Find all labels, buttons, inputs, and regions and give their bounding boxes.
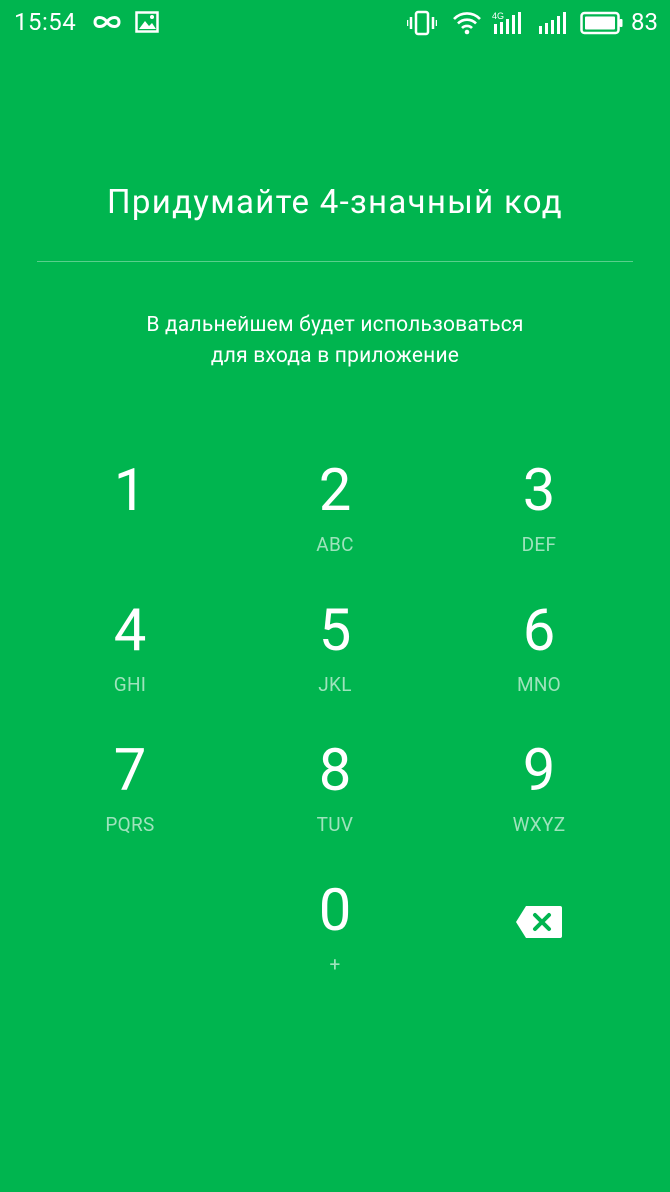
key-digit: 8 <box>318 737 352 805</box>
image-icon <box>135 11 159 33</box>
key-letters: + <box>329 953 341 976</box>
key-digit: 7 <box>113 737 147 805</box>
key-digit: 0 <box>318 877 352 945</box>
key-6[interactable]: 6 MNO <box>459 602 619 722</box>
cellular-icon <box>539 12 566 34</box>
backspace-icon <box>516 906 562 938</box>
key-letters: JKL <box>318 673 352 696</box>
key-7[interactable]: 7 PQRS <box>50 742 210 862</box>
vibrate-icon <box>407 10 437 36</box>
subtitle-line-1: В дальнейшем будет использоваться <box>146 313 524 337</box>
key-letters: ABC <box>316 533 354 556</box>
key-letters: PQRS <box>105 813 155 836</box>
key-digit: 5 <box>318 597 352 665</box>
key-digit: 1 <box>113 457 147 525</box>
key-4[interactable]: 4 GHI <box>50 602 210 722</box>
page-title: Придумайте 4-значный код <box>107 183 563 222</box>
battery-icon <box>580 11 623 35</box>
key-letters: GHI <box>113 673 147 696</box>
wifi-icon <box>453 12 481 35</box>
status-bar: 15:54 4G 83 <box>0 0 670 46</box>
infinity-icon <box>93 16 121 28</box>
key-digit: 9 <box>522 737 556 805</box>
key-5[interactable]: 5 JKL <box>255 602 415 722</box>
key-letters: TUV <box>316 813 354 836</box>
key-letters: DEF <box>521 533 557 556</box>
key-0[interactable]: 0 + <box>255 882 415 1002</box>
cellular-4g-icon: 4G <box>492 11 521 34</box>
subtitle-line-2: для входа в приложение <box>210 344 460 368</box>
backspace-button[interactable] <box>496 890 582 956</box>
battery-percent: 83 <box>631 8 658 36</box>
key-letters: MNO <box>516 673 562 696</box>
status-time: 15:54 <box>14 8 77 36</box>
key-digit: 4 <box>113 597 147 665</box>
divider <box>37 261 633 262</box>
key-2[interactable]: 2 ABC <box>255 462 415 582</box>
key-9[interactable]: 9 WXYZ <box>459 742 619 862</box>
subtitle: В дальнейшем будет использоваться для вх… <box>0 310 670 372</box>
key-3[interactable]: 3 DEF <box>459 462 619 582</box>
key-1[interactable]: 1 <box>50 462 210 582</box>
svg-text:4G: 4G <box>492 11 504 21</box>
key-digit: 2 <box>318 457 352 525</box>
key-digit: 3 <box>522 457 556 525</box>
key-8[interactable]: 8 TUV <box>255 742 415 862</box>
key-digit: 6 <box>522 597 556 665</box>
key-letters: WXYZ <box>512 813 566 836</box>
